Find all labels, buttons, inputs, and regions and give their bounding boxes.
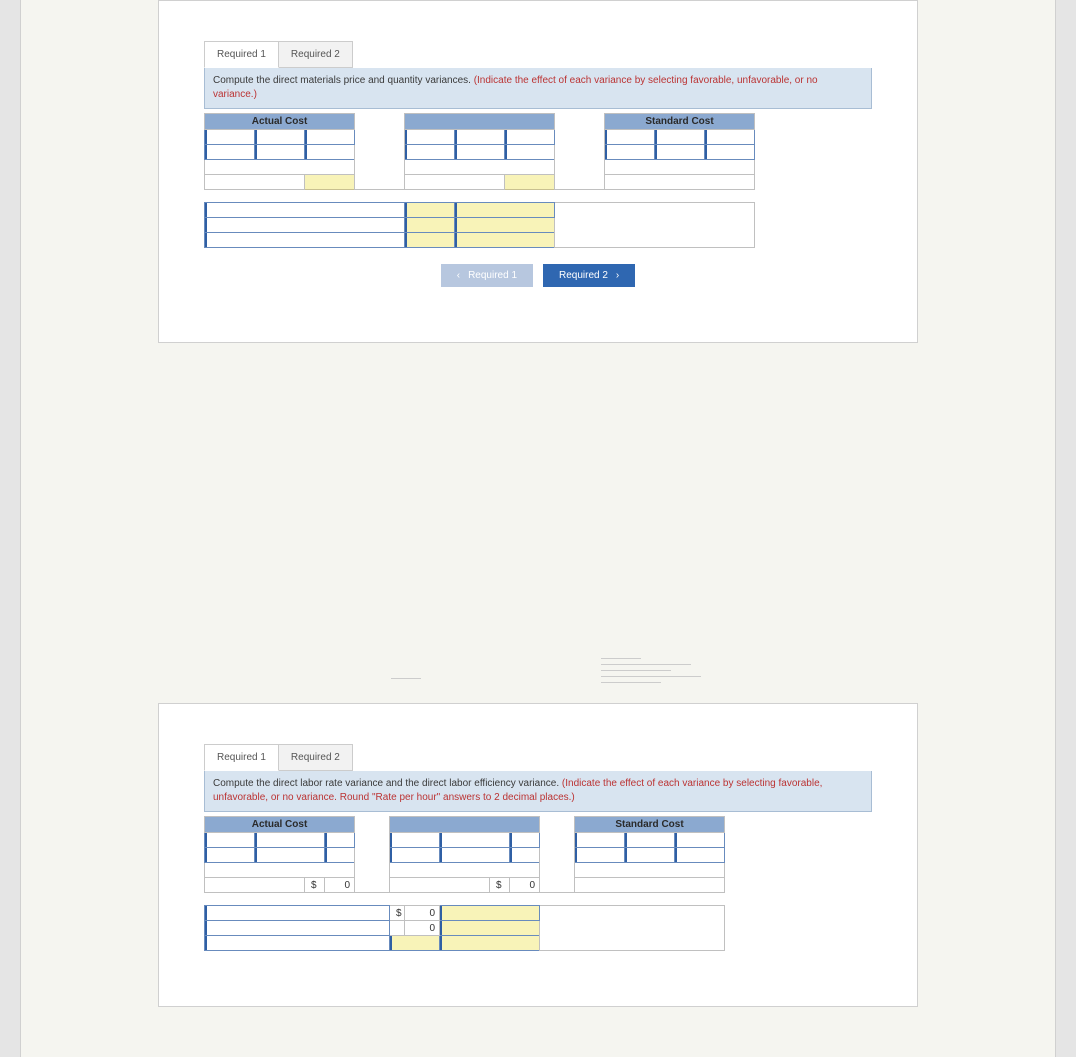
cell-total: [505, 175, 555, 190]
variance-amount[interactable]: [405, 203, 455, 218]
cell-input[interactable]: [625, 833, 675, 848]
hdr-actual-cost: Actual Cost: [205, 817, 355, 833]
cell-input[interactable]: [390, 833, 440, 848]
cell-input[interactable]: [405, 145, 455, 160]
currency-symbol: $: [490, 878, 510, 893]
cell-input[interactable]: [655, 130, 705, 145]
variance-effect-select[interactable]: [440, 921, 540, 936]
variance-amount[interactable]: [390, 936, 440, 951]
chevron-right-icon: ›: [616, 270, 619, 281]
prompt-text: Compute the direct materials price and q…: [204, 68, 872, 109]
cell-input[interactable]: [705, 145, 755, 160]
cell-input[interactable]: [205, 833, 255, 848]
hdr-standard-cost: Standard Cost: [575, 817, 725, 833]
tabs-req: Required 1 Required 2: [204, 41, 872, 68]
cell-input[interactable]: [255, 848, 325, 863]
chevron-left-icon: ‹: [457, 270, 460, 281]
variance-effect-select[interactable]: [455, 203, 555, 218]
variance-amount: 0: [405, 906, 440, 921]
worksheet-grid-materials: Actual Cost Standard Cost: [204, 113, 755, 190]
currency-symbol: $: [390, 906, 405, 921]
variance-label-input[interactable]: [205, 203, 405, 218]
variance-amount: 0: [405, 921, 440, 936]
cell-input[interactable]: [440, 848, 510, 863]
variance-grid-labor: $ 0 0: [204, 905, 725, 951]
cell-input[interactable]: [510, 848, 540, 863]
variance-effect-select[interactable]: [440, 936, 540, 951]
tabs-req: Required 1 Required 2: [204, 744, 872, 771]
worksheet-card-materials: Required 1 Required 2 Compute the direct…: [158, 0, 918, 343]
variance-label-input[interactable]: [205, 218, 405, 233]
prompt-text: Compute the direct labor rate variance a…: [204, 771, 872, 812]
cell-input[interactable]: [605, 145, 655, 160]
tab-required-2[interactable]: Required 2: [279, 41, 353, 68]
cell-input[interactable]: [625, 848, 675, 863]
total-value: 0: [510, 878, 540, 893]
cell-input[interactable]: [575, 848, 625, 863]
cell-input[interactable]: [605, 130, 655, 145]
cell-input[interactable]: [705, 130, 755, 145]
worksheet-card-labor: Required 1 Required 2 Compute the direct…: [158, 703, 918, 1007]
variance-label-input[interactable]: [205, 906, 390, 921]
cell-input[interactable]: [255, 145, 305, 160]
cell-input[interactable]: [205, 848, 255, 863]
cell-input[interactable]: [205, 130, 255, 145]
cell-input[interactable]: [255, 833, 325, 848]
cell-input[interactable]: [510, 833, 540, 848]
cell-input[interactable]: [440, 833, 510, 848]
cell-input[interactable]: [455, 130, 505, 145]
cell-input[interactable]: [390, 848, 440, 863]
variance-label-input[interactable]: [205, 233, 405, 248]
cell-input[interactable]: [675, 833, 725, 848]
cell-input[interactable]: [455, 145, 505, 160]
cell-total: [305, 175, 355, 190]
currency-symbol: $: [305, 878, 325, 893]
variance-amount[interactable]: [405, 233, 455, 248]
variance-amount[interactable]: [405, 218, 455, 233]
spacer: [41, 373, 1035, 703]
variance-effect-select[interactable]: [455, 218, 555, 233]
nav-buttons: ‹ Required 1 Required 2 ›: [204, 264, 872, 287]
tab-required-1[interactable]: Required 1: [204, 744, 279, 771]
variance-label-input[interactable]: [205, 921, 390, 936]
cell-input[interactable]: [305, 130, 355, 145]
cell-input[interactable]: [325, 848, 355, 863]
cell-input[interactable]: [655, 145, 705, 160]
variance-effect-select[interactable]: [440, 906, 540, 921]
cell-input[interactable]: [575, 833, 625, 848]
cell-input[interactable]: [675, 848, 725, 863]
hdr-actual-cost: Actual Cost: [205, 114, 355, 130]
variance-effect-select[interactable]: [455, 233, 555, 248]
cell-input[interactable]: [255, 130, 305, 145]
cell-input[interactable]: [305, 145, 355, 160]
tab-required-2[interactable]: Required 2: [279, 744, 353, 771]
nav-prev-button[interactable]: ‹ Required 1: [441, 264, 533, 287]
nav-next-button[interactable]: Required 2 ›: [543, 264, 635, 287]
cell-input[interactable]: [325, 833, 355, 848]
tab-required-1[interactable]: Required 1: [204, 41, 279, 68]
cell-input[interactable]: [505, 145, 555, 160]
variance-label-input[interactable]: [205, 936, 390, 951]
prompt-main: Compute the direct materials price and q…: [213, 75, 474, 86]
total-value: 0: [325, 878, 355, 893]
cell-input[interactable]: [205, 145, 255, 160]
variance-grid-materials: [204, 202, 755, 248]
hdr-standard-cost: Standard Cost: [605, 114, 755, 130]
prompt-main: Compute the direct labor rate variance a…: [213, 778, 562, 789]
cell-input[interactable]: [405, 130, 455, 145]
cell-input[interactable]: [505, 130, 555, 145]
worksheet-grid-labor: Actual Cost Standard Cost: [204, 816, 725, 893]
